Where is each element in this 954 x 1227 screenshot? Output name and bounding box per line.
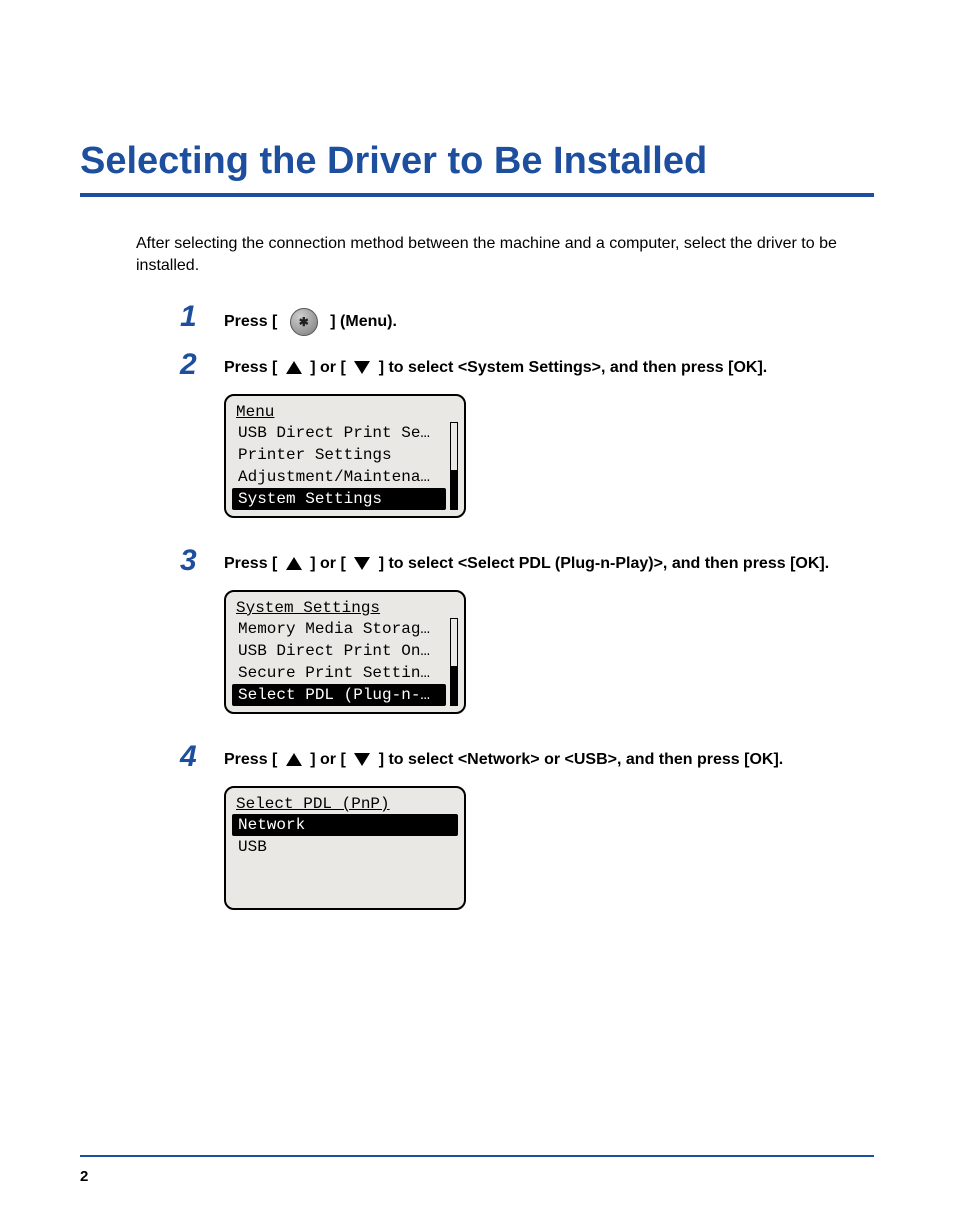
menu-button-icon	[290, 308, 318, 336]
step-instruction: Press [ ] or [ ] to select <System Setti…	[224, 350, 767, 380]
lcd-screen-select-pdl: Select PDL (PnP) Network USB	[224, 786, 466, 910]
step-1: 1 Press [ ] (Menu).	[180, 302, 874, 336]
lcd-item-selected: Select PDL (Plug-n-…	[232, 684, 446, 706]
text-segment: Press [	[224, 356, 282, 380]
step-instruction: Press [ ] or [ ] to select <Network> or …	[224, 742, 783, 772]
step-number: 3	[180, 546, 224, 576]
step-number: 1	[180, 302, 224, 332]
lcd-screen-system-settings: System Settings Memory Media Storag… USB…	[224, 590, 466, 714]
lcd-title: Menu	[232, 402, 278, 422]
lcd-title: Select PDL (PnP)	[232, 794, 394, 814]
text-segment: ] or [	[306, 356, 350, 380]
scrollbar-thumb	[451, 470, 457, 509]
lcd-scrollbar	[450, 422, 458, 510]
step-number: 2	[180, 350, 224, 380]
lcd-item: USB	[232, 836, 458, 858]
step-4: 4 Press [ ] or [ ] to select <Network> o…	[180, 742, 874, 772]
page-title: Selecting the Driver to Be Installed	[80, 140, 874, 183]
document-page: Selecting the Driver to Be Installed Aft…	[0, 0, 954, 1227]
step-number: 4	[180, 742, 224, 772]
arrow-up-icon	[286, 557, 302, 570]
step-2: 2 Press [ ] or [ ] to select <System Set…	[180, 350, 874, 380]
lcd-item	[232, 880, 458, 902]
text-segment: ] or [	[306, 748, 350, 772]
text-segment: ] (Menu).	[326, 310, 397, 334]
step-instruction: Press [ ] or [ ] to select <Select PDL (…	[224, 546, 829, 576]
lcd-item: USB Direct Print Se…	[232, 422, 446, 444]
scrollbar-thumb	[451, 666, 457, 705]
lcd-item-selected: System Settings	[232, 488, 446, 510]
lcd-item: Printer Settings	[232, 444, 446, 466]
lcd-item	[232, 858, 458, 880]
lcd-item: Adjustment/Maintena…	[232, 466, 446, 488]
page-number: 2	[80, 1168, 88, 1185]
text-segment: Press [	[224, 748, 282, 772]
step-instruction: Press [ ] (Menu).	[224, 302, 397, 336]
text-segment: ] to select <Network> or <USB>, and then…	[374, 748, 783, 772]
text-segment: Press [	[224, 310, 282, 334]
text-segment: ] to select <Select PDL (Plug-n-Play)>, …	[374, 552, 829, 576]
arrow-up-icon	[286, 753, 302, 766]
arrow-up-icon	[286, 361, 302, 374]
intro-paragraph: After selecting the connection method be…	[136, 233, 874, 278]
arrow-down-icon	[354, 361, 370, 374]
lcd-screen-menu: Menu USB Direct Print Se… Printer Settin…	[224, 394, 466, 518]
lcd-title: System Settings	[232, 598, 384, 618]
title-rule	[80, 193, 874, 197]
lcd-scrollbar	[450, 618, 458, 706]
step-3: 3 Press [ ] or [ ] to select <Select PDL…	[180, 546, 874, 576]
arrow-down-icon	[354, 557, 370, 570]
lcd-item: USB Direct Print On…	[232, 640, 446, 662]
footer-rule	[80, 1155, 874, 1157]
text-segment: ] or [	[306, 552, 350, 576]
text-segment: ] to select <System Settings>, and then …	[374, 356, 767, 380]
arrow-down-icon	[354, 753, 370, 766]
lcd-item-selected: Network	[232, 814, 458, 836]
lcd-item: Secure Print Settin…	[232, 662, 446, 684]
text-segment: Press [	[224, 552, 282, 576]
lcd-item: Memory Media Storag…	[232, 618, 446, 640]
